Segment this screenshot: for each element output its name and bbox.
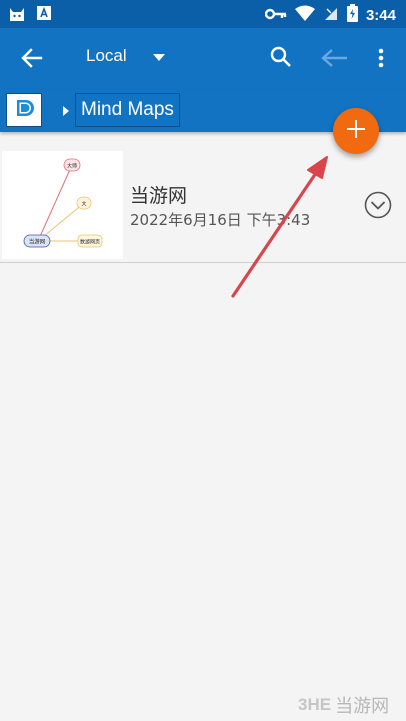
- search-icon: [270, 46, 292, 72]
- breadcrumb-root-button[interactable]: [6, 93, 42, 127]
- watermark-logo: 3HE: [298, 695, 332, 714]
- key-icon: [264, 6, 287, 25]
- breadcrumb-item-mind-maps[interactable]: Mind Maps: [75, 93, 180, 127]
- location-dropdown[interactable]: Local: [86, 46, 165, 66]
- font-app-icon: [36, 5, 52, 27]
- thumbnail-child-node: 大: [81, 201, 86, 208]
- system-icons: 3:44: [264, 4, 396, 26]
- file-date: 2022年6月16日 下午3:43: [130, 211, 311, 229]
- plus-icon: [346, 119, 366, 143]
- back-button[interactable]: [14, 42, 50, 78]
- file-options-button[interactable]: [364, 191, 392, 219]
- back-arrow-icon: [21, 48, 43, 72]
- wifi-icon: [294, 5, 315, 25]
- status-bar: 3:44: [0, 0, 406, 28]
- search-button[interactable]: [264, 42, 298, 76]
- chevron-down-circle-icon: [364, 191, 392, 223]
- battery-icon: [346, 4, 358, 26]
- breadcrumb-separator-icon: [58, 103, 74, 119]
- app-bar: Local: [0, 28, 406, 90]
- nav-back-button[interactable]: [316, 42, 352, 78]
- storage-root-icon: [13, 97, 35, 123]
- no-sim-icon: [323, 5, 339, 25]
- notification-icons: [8, 5, 52, 27]
- clock-time: 3:44: [365, 6, 396, 24]
- watermark: 3HE 当游网: [298, 692, 389, 718]
- thumbnail-central-node: 当游网: [29, 238, 46, 246]
- more-options-button[interactable]: [368, 42, 394, 78]
- mind-map-thumbnail-graphic: 当游网 大师 大 数游网页: [23, 158, 103, 248]
- dropdown-triangle-icon: [152, 47, 165, 66]
- thumbnail-child-node: 大师: [67, 163, 77, 170]
- watermark-text: 当游网: [335, 696, 390, 717]
- thumbnail-child-node: 数游网页: [80, 239, 100, 246]
- nav-back-icon: [320, 48, 348, 72]
- file-name: 当游网: [130, 185, 188, 207]
- file-list-item[interactable]: 当游网 大师 大 数游网页 当游网 2022年6月16日 下午3:43: [0, 145, 406, 263]
- location-label: Local: [86, 46, 127, 65]
- add-mind-map-button[interactable]: [333, 108, 379, 154]
- mind-map-thumbnail: 当游网 大师 大 数游网页: [2, 151, 123, 259]
- more-vertical-icon: [378, 48, 384, 72]
- cat-app-icon: [8, 5, 26, 27]
